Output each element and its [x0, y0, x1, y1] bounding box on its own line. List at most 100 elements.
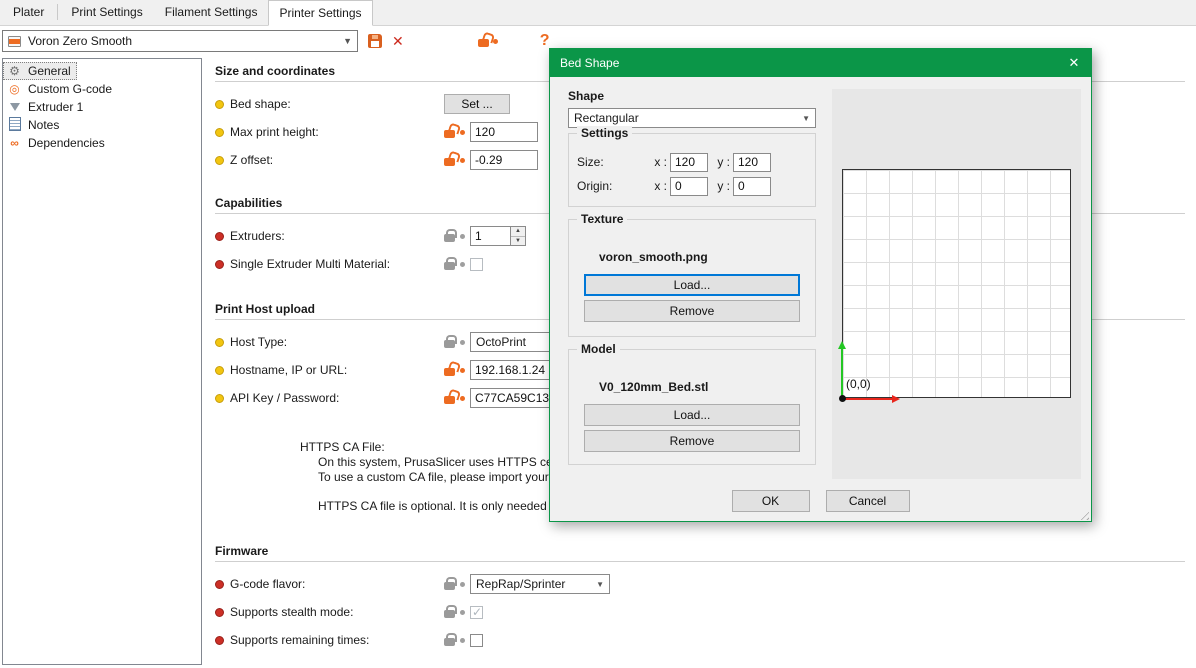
origin-y-label: y : — [708, 179, 730, 193]
lock-icon[interactable] — [444, 610, 455, 618]
sidebar-item-notes[interactable]: Notes — [3, 116, 65, 134]
tab-bar: Plater Print Settings Filament Settings … — [0, 0, 1196, 26]
preset-lock-indicator[interactable] — [478, 36, 498, 47]
size-row: Size: x : y : — [577, 150, 807, 174]
tab-printer-settings[interactable]: Printer Settings — [268, 0, 372, 26]
model-group-label: Model — [577, 342, 620, 356]
dialog-body: Shape Rectangular Settings Size: x : y :… — [550, 77, 1091, 522]
extruder-icon — [7, 100, 22, 114]
bed-shape-label: Bed shape: — [230, 97, 444, 111]
modified-bullet-icon — [215, 394, 224, 403]
chevron-down-icon — [802, 114, 810, 123]
sidebar-item-label: Dependencies — [28, 136, 105, 150]
dot-icon — [460, 340, 465, 345]
cancel-button[interactable]: Cancel — [826, 490, 910, 512]
unlock-icon[interactable] — [444, 130, 455, 138]
general-icon — [7, 64, 22, 78]
unlock-icon[interactable] — [444, 396, 455, 404]
unlock-icon[interactable] — [444, 158, 455, 166]
dot-icon — [460, 610, 465, 615]
y-axis-arrow-icon — [841, 348, 843, 398]
modified-bullet-icon — [215, 366, 224, 375]
lock-icon[interactable] — [444, 638, 455, 646]
max-print-height-input[interactable] — [470, 122, 538, 142]
dot-icon — [460, 582, 465, 587]
tab-filament-settings[interactable]: Filament Settings — [154, 0, 269, 25]
remaining-times-checkbox[interactable] — [470, 634, 483, 647]
dot-icon — [460, 262, 465, 267]
notes-icon — [7, 117, 22, 134]
gcode-flavor-row: G-code flavor: RepRap/Sprinter — [215, 572, 1185, 596]
printer-icon — [8, 36, 21, 47]
texture-group: Texture voron_smooth.png Load... Remove — [568, 219, 816, 337]
sidebar-item-dependencies[interactable]: Dependencies — [3, 134, 111, 152]
extruders-label: Extruders: — [230, 229, 444, 243]
max-print-height-label: Max print height: — [230, 125, 444, 139]
delete-preset-icon[interactable] — [392, 34, 404, 48]
sidebar-item-extruder-1[interactable]: Extruder 1 — [3, 98, 89, 116]
shape-section-label: Shape — [568, 89, 604, 103]
model-load-button[interactable]: Load... — [584, 404, 800, 426]
settings-group-label: Settings — [577, 126, 632, 140]
section-title-firmware: Firmware — [215, 544, 1185, 562]
spin-up-icon[interactable] — [511, 227, 525, 237]
lock-icon[interactable] — [444, 234, 455, 242]
custom-gcode-icon — [7, 82, 22, 96]
printer-preset-select[interactable]: Voron Zero Smooth — [2, 30, 358, 52]
settings-category-tree: General Custom G-code Extruder 1 Notes D… — [2, 58, 202, 665]
system-bullet-icon — [215, 636, 224, 645]
lock-icon[interactable] — [444, 582, 455, 590]
texture-filename: voron_smooth.png — [599, 250, 708, 264]
unlock-icon[interactable] — [444, 368, 455, 376]
save-preset-icon[interactable] — [368, 34, 382, 48]
dot-icon — [460, 638, 465, 643]
origin-y-input[interactable] — [733, 177, 771, 196]
origin-coordinates-label: (0,0) — [846, 377, 871, 391]
shape-select[interactable]: Rectangular — [568, 108, 816, 128]
gcode-flavor-select[interactable]: RepRap/Sprinter — [470, 574, 610, 594]
model-group: Model V0_120mm_Bed.stl Load... Remove — [568, 349, 816, 465]
stealth-mode-checkbox[interactable] — [470, 606, 483, 619]
texture-load-button[interactable]: Load... — [584, 274, 800, 296]
ok-button[interactable]: OK — [732, 490, 810, 512]
system-bullet-icon — [215, 232, 224, 241]
bed-shape-set-button[interactable]: Set ... — [444, 94, 510, 114]
remaining-times-label: Supports remaining times: — [230, 633, 444, 647]
spin-down-icon[interactable] — [511, 237, 525, 246]
hostname-label: Hostname, IP or URL: — [230, 363, 444, 377]
size-x-input[interactable] — [670, 153, 708, 172]
api-key-label: API Key / Password: — [230, 391, 444, 405]
modified-bullet-icon — [215, 100, 224, 109]
semm-label: Single Extruder Multi Material: — [230, 257, 444, 271]
system-bullet-icon — [215, 580, 224, 589]
origin-x-input[interactable] — [670, 177, 708, 196]
modified-dot-icon — [460, 158, 465, 163]
tab-print-settings[interactable]: Print Settings — [60, 0, 153, 25]
gcode-flavor-label: G-code flavor: — [230, 577, 444, 591]
sidebar-item-label: General — [28, 64, 71, 78]
sidebar-item-general[interactable]: General — [3, 62, 77, 80]
tab-separator — [57, 4, 58, 20]
system-bullet-icon — [215, 608, 224, 617]
close-icon[interactable]: ✕ — [1057, 49, 1091, 77]
modified-bullet-icon — [215, 338, 224, 347]
dot-icon — [460, 234, 465, 239]
dialog-titlebar[interactable]: Bed Shape ✕ — [550, 49, 1091, 77]
stealth-mode-label: Supports stealth mode: — [230, 605, 444, 619]
extruders-input[interactable] — [470, 226, 510, 246]
dialog-buttons: OK Cancel — [550, 490, 1091, 512]
model-remove-button[interactable]: Remove — [584, 430, 800, 452]
texture-remove-button[interactable]: Remove — [584, 300, 800, 322]
dependencies-icon — [7, 136, 22, 150]
size-y-input[interactable] — [733, 153, 771, 172]
settings-group: Settings Size: x : y : Origin: x : y : — [568, 133, 816, 207]
bed-grid — [842, 169, 1071, 398]
lock-icon[interactable] — [444, 262, 455, 270]
dialog-title: Bed Shape — [560, 56, 619, 70]
sidebar-item-custom-gcode[interactable]: Custom G-code — [3, 80, 118, 98]
lock-icon[interactable] — [444, 340, 455, 348]
semm-checkbox[interactable] — [470, 258, 483, 271]
modified-dot-icon — [460, 130, 465, 135]
tab-plater[interactable]: Plater — [2, 0, 55, 25]
z-offset-input[interactable] — [470, 150, 538, 170]
